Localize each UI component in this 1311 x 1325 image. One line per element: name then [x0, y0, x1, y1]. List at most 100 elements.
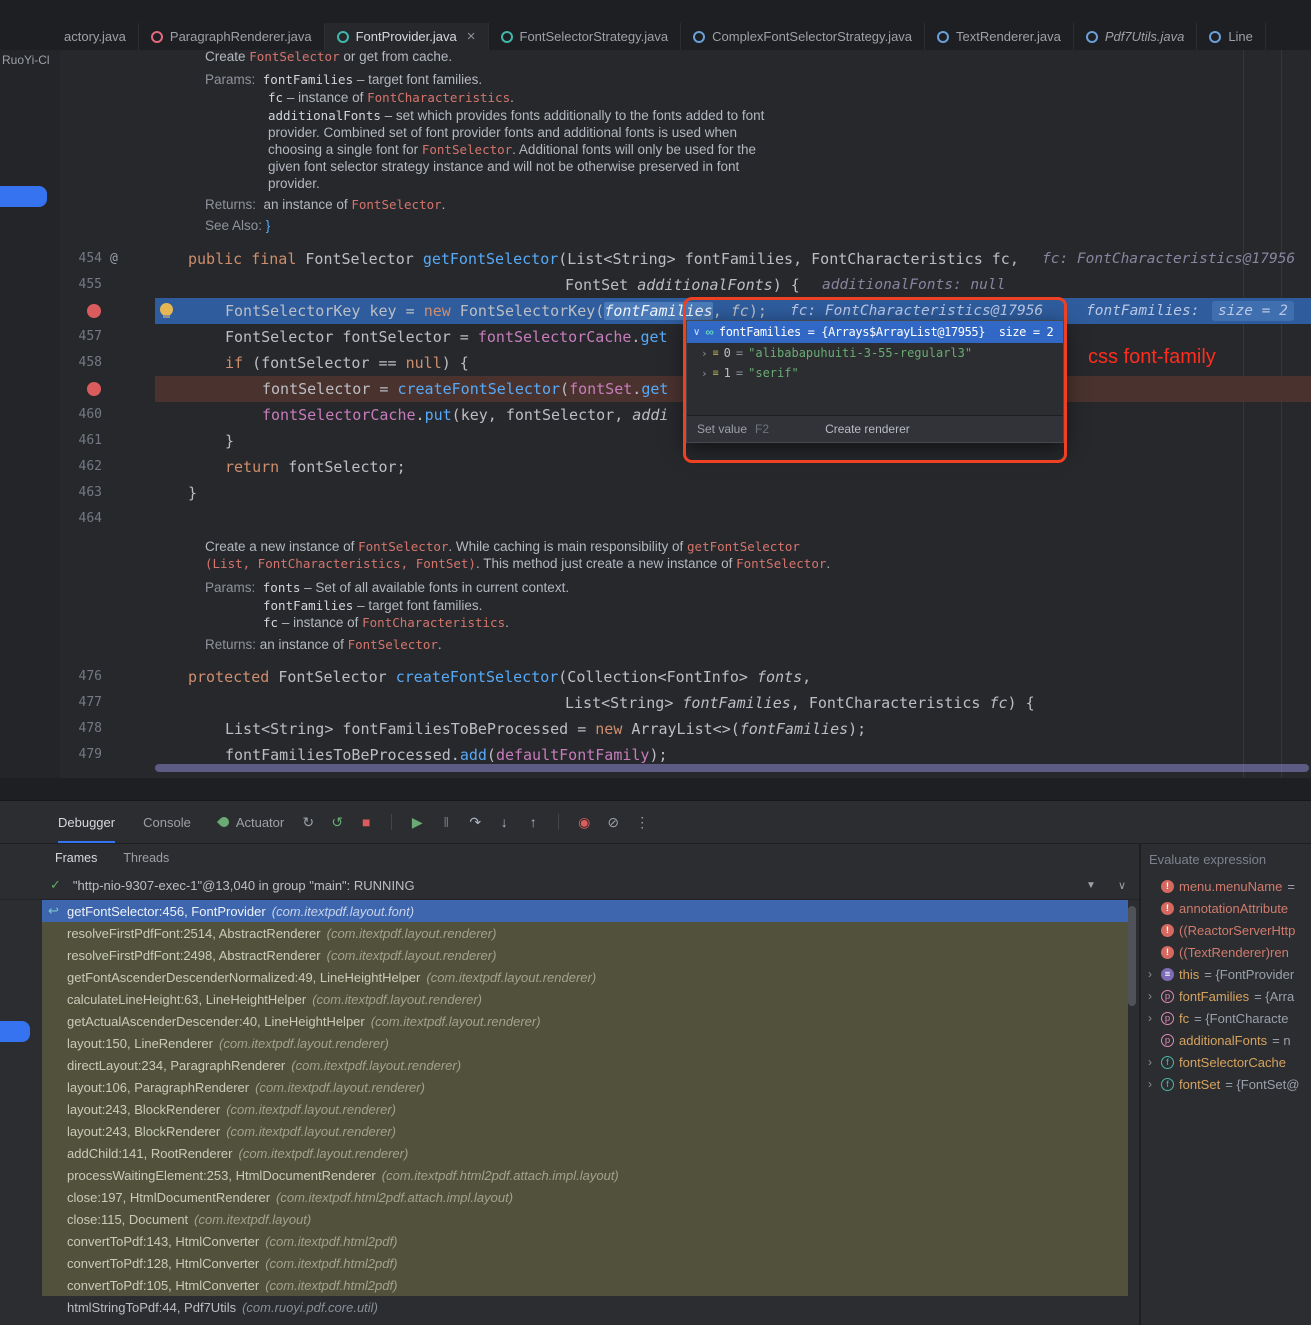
code-line[interactable]: 478List<String> fontFamiliesToBeProcesse… — [60, 716, 1311, 742]
view-breakpoints-icon[interactable]: ◉ — [576, 815, 592, 829]
tool-tab-actuator[interactable]: Actuator — [219, 801, 284, 843]
rerun-debugger-icon[interactable]: ↺ — [329, 815, 345, 829]
variable-row[interactable]: ›pfontFamilies = {Arra — [1140, 985, 1311, 1007]
resume-icon[interactable]: ▶ — [409, 815, 425, 829]
separator — [391, 814, 392, 830]
code-line[interactable]: 463} — [60, 480, 1311, 506]
stop-icon[interactable]: ■ — [358, 815, 374, 829]
stack-frame-row[interactable]: convertToPdf:128, HtmlConverter (com.ite… — [42, 1252, 1128, 1274]
rerun-icon[interactable]: ↻ — [300, 815, 316, 829]
tab-label: Line — [1228, 29, 1253, 44]
breakpoint-icon[interactable] — [87, 304, 101, 318]
code-line[interactable]: 462return fontSelector; — [60, 454, 1311, 480]
tool-tab-console[interactable]: Console — [143, 801, 191, 843]
frames-scrollbar[interactable] — [1128, 906, 1136, 1006]
stack-frame-row[interactable]: resolveFirstPdfFont:2498, AbstractRender… — [42, 944, 1128, 966]
frame-package: (com.itextpdf.layout.renderer) — [219, 1036, 389, 1051]
code-text: List<String> fontFamiliesToBeProcessed =… — [225, 716, 866, 742]
code-line[interactable]: 455FontSet additionalFonts) {additionalF… — [60, 272, 1311, 298]
step-over-icon[interactable]: ↷ — [467, 815, 483, 829]
watch-row[interactable]: ›!((ReactorServerHttp — [1140, 919, 1311, 941]
close-icon[interactable]: × — [467, 29, 476, 44]
code-editor[interactable]: Create FontSelector or get from cache.Pa… — [60, 50, 1311, 778]
popup-tree-row[interactable]: ›≡1 = "serif" — [687, 363, 1063, 383]
param-icon: p — [1161, 1034, 1174, 1047]
line-number: 464 — [60, 506, 102, 532]
stack-frame-row[interactable]: convertToPdf:143, HtmlConverter (com.ite… — [42, 1230, 1128, 1252]
stack-frame-row[interactable]: ↩getFontSelector:456, FontProvider (com.… — [42, 900, 1128, 922]
editor-tab[interactable]: ParagraphRenderer.java — [139, 23, 325, 50]
stack-frame-row[interactable]: addChild:141, RootRenderer (com.itextpdf… — [42, 1142, 1128, 1164]
code-line[interactable]: 477List<String> fontFamilies, FontCharac… — [60, 690, 1311, 716]
stack-frame-row[interactable]: close:115, Document (com.itextpdf.layout… — [42, 1208, 1128, 1230]
project-root-label[interactable]: RuoYi-Cl — [2, 53, 50, 67]
stack-frame-row[interactable]: getActualAscenderDescender:40, LineHeigh… — [42, 1010, 1128, 1032]
code-text: List<String> fontFamilies, FontCharacter… — [565, 690, 1035, 716]
stack-frame-row[interactable]: resolveFirstPdfFont:2514, AbstractRender… — [42, 922, 1128, 944]
watch-row[interactable]: ›!menu.menuName = — [1140, 875, 1311, 897]
chevron-down-icon[interactable]: ∨ — [1118, 879, 1126, 892]
set-value-button[interactable]: Set value — [697, 422, 747, 436]
editor-tab[interactable]: FontProvider.java× — [325, 23, 489, 50]
override-annotation-icon[interactable]: @ — [110, 246, 118, 272]
stack-frame-row[interactable]: layout:106, ParagraphRenderer (com.itext… — [42, 1076, 1128, 1098]
editor-tab[interactable]: TextRenderer.java — [925, 23, 1074, 50]
chevron-right-icon[interactable]: › — [1148, 967, 1156, 981]
variable-row[interactable]: ›ffontSet = {FontSet@ — [1140, 1073, 1311, 1095]
stack-frame-row[interactable]: layout:150, LineRenderer (com.itextpdf.l… — [42, 1032, 1128, 1054]
code-line[interactable]: 476protected FontSelector createFontSele… — [60, 664, 1311, 690]
breakpoint-icon[interactable] — [87, 382, 101, 396]
create-renderer-button[interactable]: Create renderer — [825, 422, 910, 436]
chevron-right-icon[interactable]: › — [701, 347, 708, 360]
variable-row[interactable]: ›pfc = {FontCharacte — [1140, 1007, 1311, 1029]
thread-selector[interactable]: ✓ "http-nio-9307-exec-1"@13,040 in group… — [0, 871, 1140, 900]
stack-frame-row[interactable]: processWaitingElement:253, HtmlDocumentR… — [42, 1164, 1128, 1186]
editor-horizontal-scrollbar[interactable] — [155, 764, 1309, 772]
editor-tab[interactable]: ComplexFontSelectorStrategy.java — [681, 23, 925, 50]
chevron-right-icon[interactable]: › — [1148, 1077, 1156, 1091]
view-tab-frames[interactable]: Frames — [55, 851, 97, 865]
chevron-right-icon[interactable]: › — [1148, 1055, 1156, 1069]
more-icon[interactable]: ⋮ — [634, 815, 650, 829]
field-icon: f — [1161, 1078, 1174, 1091]
step-out-icon[interactable]: ↑ — [525, 815, 541, 829]
stack-frame-row[interactable]: convertToPdf:105, HtmlConverter (com.ite… — [42, 1274, 1128, 1296]
variable-row[interactable]: ›padditionalFonts = n — [1140, 1029, 1311, 1051]
watch-row[interactable]: ›!((TextRenderer)ren — [1140, 941, 1311, 963]
variable-row[interactable]: ›ffontSelectorCache — [1140, 1051, 1311, 1073]
filter-icon[interactable]: ▼ — [1086, 880, 1096, 891]
stack-frame-row[interactable]: getFontAscenderDescenderNormalized:49, L… — [42, 966, 1128, 988]
editor-tab[interactable]: Line — [1197, 23, 1266, 50]
chevron-right-icon[interactable]: › — [1148, 1011, 1156, 1025]
popup-tree-row[interactable]: ›≡0 = "alibabapuhuiti-3-55-regularl3" — [687, 343, 1063, 363]
stack-frame-row[interactable]: htmlStringToPdf:44, Pdf7Utils (com.ruoyi… — [42, 1296, 1128, 1318]
code-line[interactable]: 454@public final FontSelector getFontSel… — [60, 246, 1311, 272]
stack-frame-row[interactable]: calculateLineHeight:63, LineHeightHelper… — [42, 988, 1128, 1010]
class-file-icon — [693, 31, 705, 43]
step-into-icon[interactable]: ↓ — [496, 815, 512, 829]
editor-tab[interactable]: Pdf7Utils.java — [1074, 23, 1197, 50]
chevron-right-icon[interactable]: › — [1148, 989, 1156, 1003]
doc-comment-line: given font selector strategy instance an… — [268, 158, 739, 175]
tool-tab-debugger[interactable]: Debugger — [58, 801, 115, 843]
editor-tab[interactable]: actory.java — [60, 23, 139, 50]
stack-frame-row[interactable]: close:197, HtmlDocumentRenderer (com.ite… — [42, 1186, 1128, 1208]
stack-frame-row[interactable]: directLayout:234, ParagraphRenderer (com… — [42, 1054, 1128, 1076]
pause-icon[interactable]: ‖ — [438, 815, 454, 829]
popup-selected-row[interactable]: ∨∞fontFamilies = {Arrays$ArrayList@17955… — [687, 321, 1063, 343]
param-icon: p — [1161, 990, 1174, 1003]
view-tab-threads[interactable]: Threads — [123, 851, 169, 865]
code-line[interactable]: 464 — [60, 506, 1311, 532]
variable-value: = {Arra — [1254, 989, 1294, 1004]
chevron-right-icon[interactable]: › — [701, 367, 708, 380]
watch-row[interactable]: ›!annotationAttribute — [1140, 897, 1311, 919]
element-index: 0 — [724, 346, 731, 360]
variable-row[interactable]: ›≡this = {FontProvider — [1140, 963, 1311, 985]
stack-frame-row[interactable]: layout:243, BlockRenderer (com.itextpdf.… — [42, 1120, 1128, 1142]
stack-frame-row[interactable]: layout:243, BlockRenderer (com.itextpdf.… — [42, 1098, 1128, 1120]
editor-tab[interactable]: FontSelectorStrategy.java — [489, 23, 682, 50]
chevron-down-icon[interactable]: ∨ — [693, 327, 700, 338]
evaluate-expression-field[interactable]: Evaluate expression — [1149, 852, 1266, 867]
mute-breakpoints-icon[interactable]: ⊘ — [605, 815, 621, 829]
intention-bulb-icon[interactable] — [160, 303, 173, 316]
